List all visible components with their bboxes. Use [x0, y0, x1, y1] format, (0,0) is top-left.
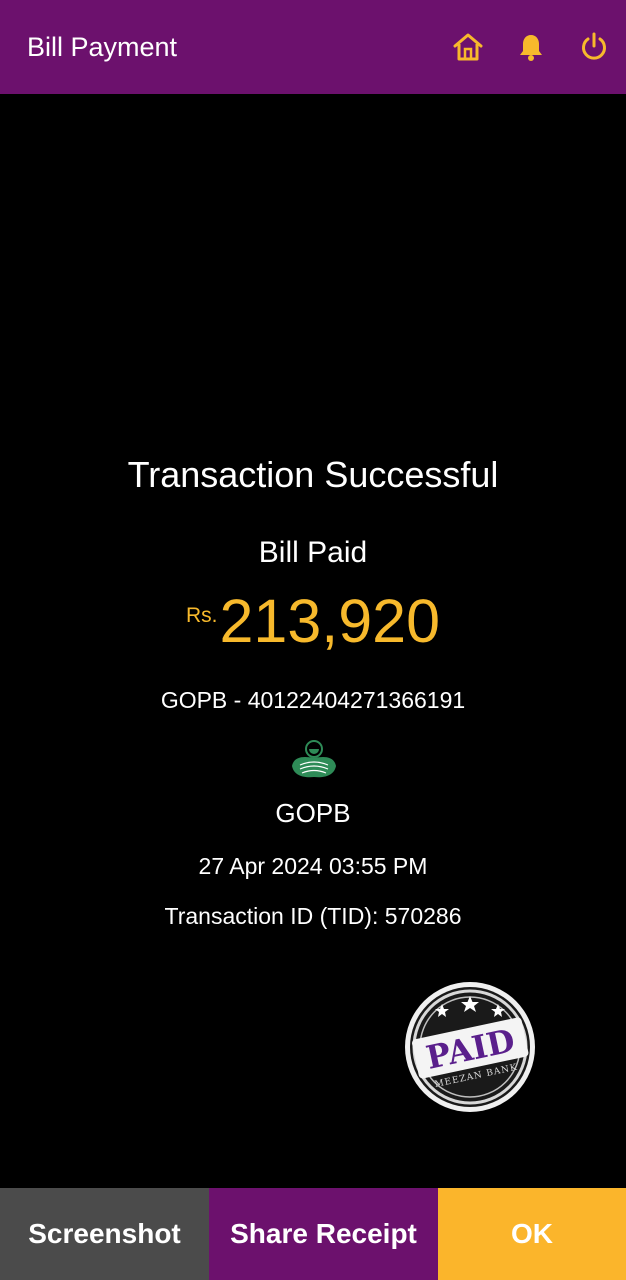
amount-display: Rs. 213,920: [0, 586, 626, 656]
currency-label: Rs.: [186, 604, 218, 627]
page-title: Bill Payment: [27, 31, 178, 62]
app-header: Bill Payment: [0, 0, 626, 94]
transaction-status: Transaction Successful: [127, 454, 499, 495]
screenshot-button[interactable]: Screenshot: [0, 1188, 209, 1280]
bell-icon: [520, 35, 542, 61]
logout-button[interactable]: [576, 29, 612, 65]
bill-reference: GOPB - 40122404271366191: [160, 687, 466, 713]
home-button[interactable]: [450, 29, 486, 65]
header-actions: [450, 29, 626, 65]
paid-stamp-icon: PAID MEEZAN BANK: [405, 982, 535, 1112]
notifications-button[interactable]: [513, 29, 549, 65]
power-icon: [582, 32, 606, 60]
transaction-datetime: 27 Apr 2024 03:55 PM: [198, 853, 428, 879]
amount-value: 213,920: [219, 587, 441, 655]
ok-button[interactable]: OK: [438, 1188, 626, 1280]
action-bar: Screenshot Share Receipt OK: [0, 1188, 626, 1280]
transaction-id: Transaction ID (TID): 570286: [164, 903, 462, 929]
home-icon: [453, 33, 483, 61]
biller-name: GOPB: [275, 798, 351, 828]
bill-paid-label: Bill Paid: [258, 536, 368, 569]
biller-logo-icon: [292, 740, 336, 778]
share-receipt-button[interactable]: Share Receipt: [209, 1188, 438, 1280]
